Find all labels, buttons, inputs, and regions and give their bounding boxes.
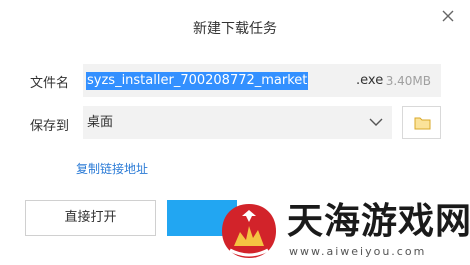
- save-to-label: 保存到: [30, 119, 70, 134]
- watermark-text: 天海游戏网: [287, 201, 470, 242]
- folder-icon: [414, 117, 431, 130]
- site-watermark: 天海游戏网 www.aiweiyou.com: [215, 198, 470, 265]
- watermark-url: www.aiweiyou.com: [289, 245, 427, 258]
- site-logo-icon: [222, 204, 276, 258]
- save-location-value: 桌面: [87, 115, 114, 130]
- direct-open-button[interactable]: 直接打开: [25, 200, 156, 236]
- new-download-dialog: 新建下载任务 文件名 syzs_installer_700208772_mark…: [0, 0, 470, 265]
- close-button[interactable]: [441, 9, 455, 23]
- copy-link-address[interactable]: 复制链接地址: [76, 160, 148, 177]
- dialog-title: 新建下载任务: [193, 21, 277, 37]
- file-name-label: 文件名: [30, 76, 70, 91]
- browse-folder-button[interactable]: [402, 106, 441, 139]
- file-name-extension[interactable]: .exe: [356, 72, 383, 90]
- file-size: 3.40MB: [385, 74, 431, 88]
- file-name-input[interactable]: syzs_installer_700208772_market .exe 3.4…: [83, 64, 441, 97]
- chevron-down-icon[interactable]: [369, 116, 383, 128]
- close-icon: [442, 10, 454, 22]
- file-name-selected-text[interactable]: syzs_installer_700208772_market: [86, 72, 309, 90]
- save-location-dropdown[interactable]: 桌面: [83, 106, 392, 139]
